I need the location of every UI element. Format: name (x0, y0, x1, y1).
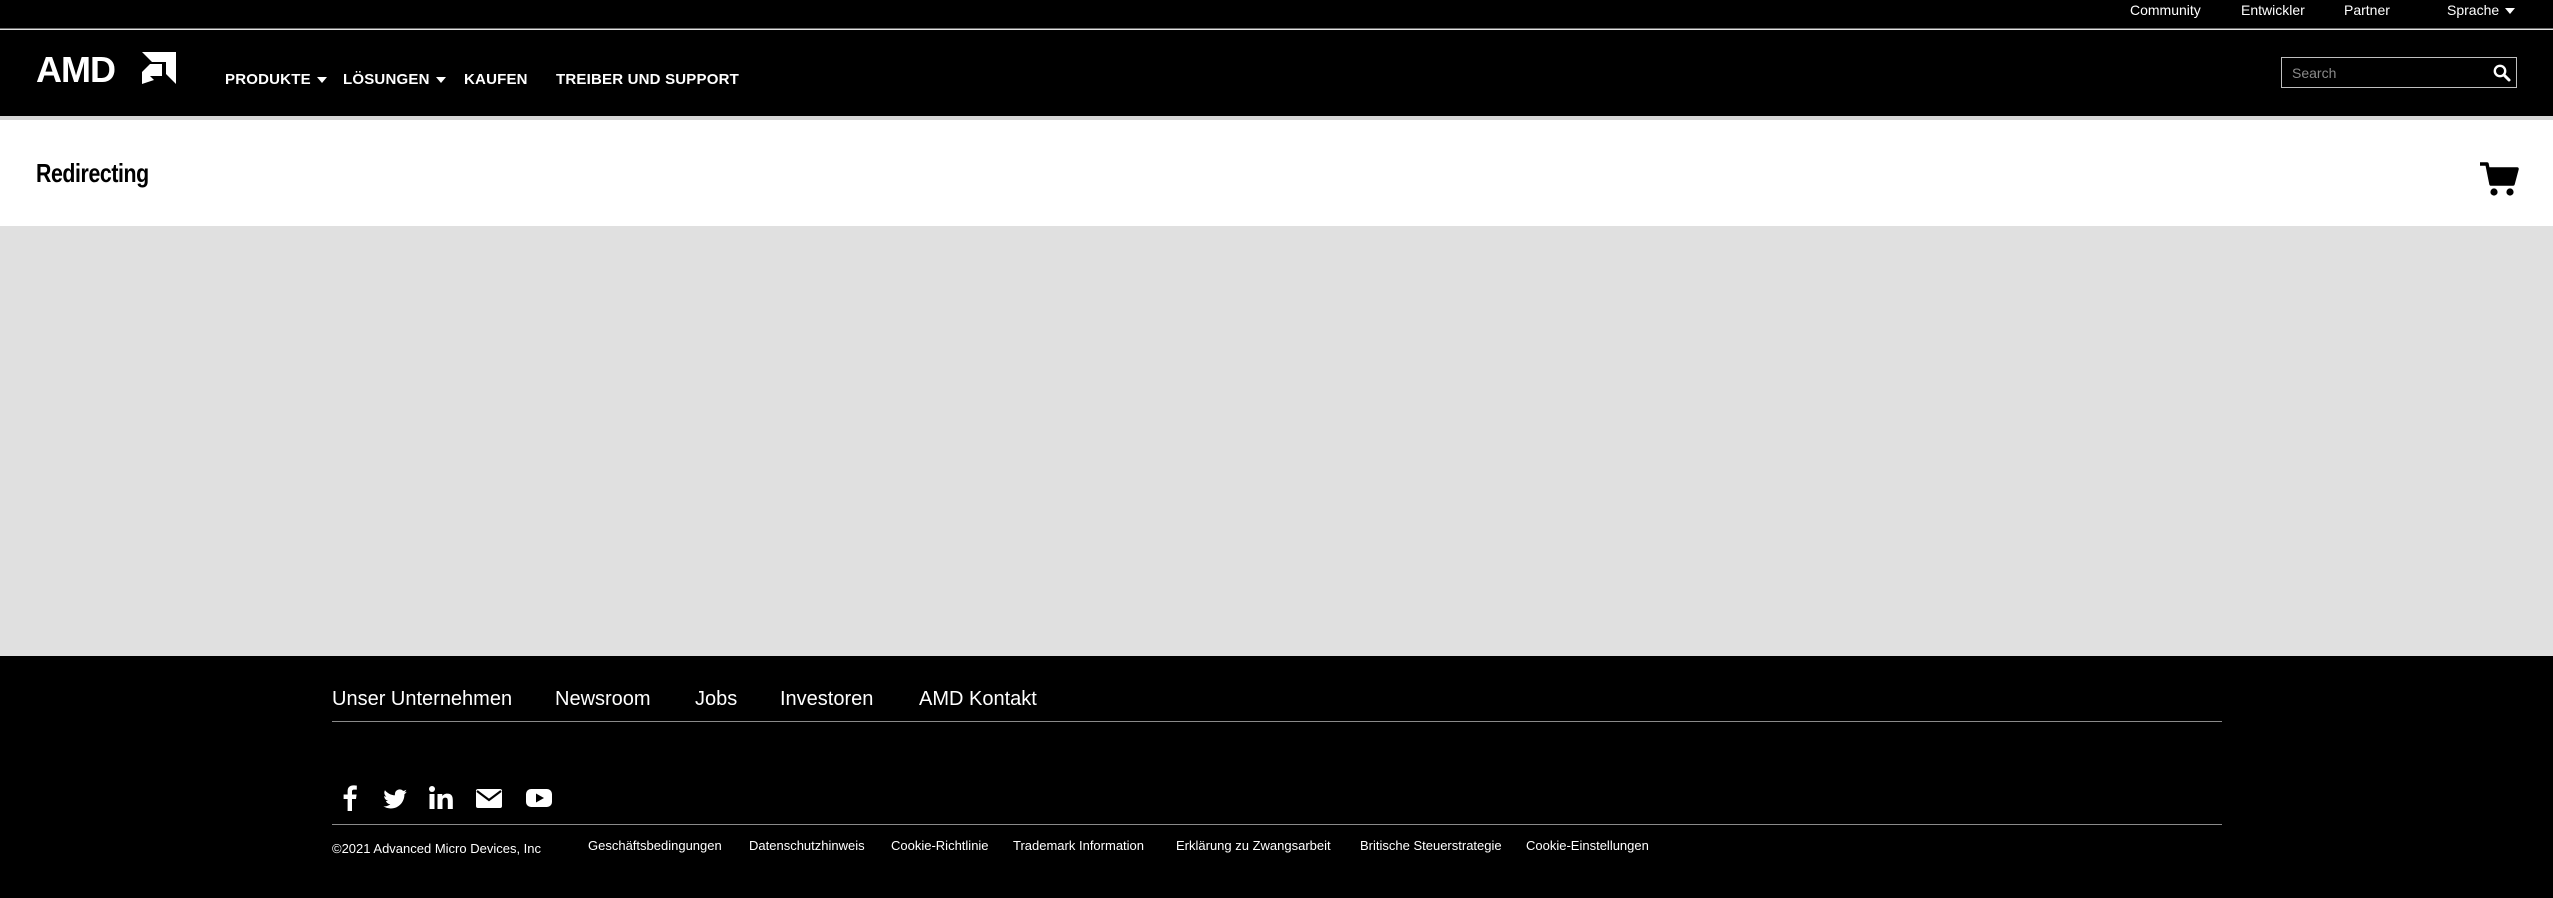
utility-link-developers[interactable]: Entwickler (2241, 0, 2305, 22)
legal-link-cookie-settings[interactable]: Cookie-Einstellungen (1526, 837, 1649, 855)
chevron-down-icon (2505, 8, 2516, 15)
legal-link-terms[interactable]: Geschäftsbedingungen (588, 837, 722, 855)
search-icon[interactable] (2492, 63, 2512, 83)
amd-logo[interactable]: AMD (36, 50, 178, 86)
nav-item-label: TREIBER UND SUPPORT (556, 71, 739, 88)
nav-item-drivers-support[interactable]: TREIBER UND SUPPORT (556, 66, 739, 94)
utility-link-community[interactable]: Community (2130, 0, 2201, 22)
youtube-icon[interactable] (525, 784, 553, 812)
nav-item-buy[interactable]: KAUFEN (464, 66, 528, 94)
footer-link-investors[interactable]: Investoren (780, 686, 873, 712)
content-area (0, 226, 2553, 656)
footer: Unser Unternehmen Newsroom Jobs Investor… (0, 656, 2553, 898)
chevron-down-icon (316, 77, 327, 84)
page-title: Redirecting (36, 158, 149, 188)
nav-item-products[interactable]: PRODUKTE (225, 66, 327, 94)
logo-text: AMD (36, 50, 115, 86)
chevron-down-icon (435, 77, 446, 84)
shopping-cart-icon[interactable] (2479, 160, 2519, 198)
facebook-icon[interactable] (340, 784, 360, 812)
amd-arrow-mark (142, 52, 176, 84)
legal-link-uk-tax[interactable]: Britische Steuerstrategie (1360, 837, 1502, 855)
language-selector-label: Sprache (2447, 2, 2500, 18)
nav-item-label: LÖSUNGEN (343, 71, 430, 88)
email-icon[interactable] (475, 784, 503, 812)
search-box (2281, 57, 2517, 88)
footer-link-contact[interactable]: AMD Kontakt (919, 686, 1037, 712)
legal-link-trademark[interactable]: Trademark Information (1013, 837, 1144, 855)
footer-link-newsroom[interactable]: Newsroom (555, 686, 651, 712)
main-navigation: AMD PRODUKTE LÖSUNGEN KAUFEN TREIBER UND… (0, 30, 2553, 116)
footer-link-company[interactable]: Unser Unternehmen (332, 686, 512, 712)
footer-divider-bottom (332, 824, 2222, 825)
nav-item-label: KAUFEN (464, 71, 528, 88)
footer-divider (332, 721, 2222, 722)
nav-item-solutions[interactable]: LÖSUNGEN (343, 66, 446, 94)
page-header: Redirecting (0, 116, 2553, 226)
nav-item-label: PRODUKTE (225, 71, 311, 88)
utility-link-partner[interactable]: Partner (2344, 0, 2390, 22)
utility-bar: Community Entwickler Partner Sprache (0, 0, 2553, 29)
linkedin-icon[interactable] (428, 784, 454, 812)
legal-link-privacy[interactable]: Datenschutzhinweis (749, 837, 865, 855)
footer-link-jobs[interactable]: Jobs (695, 686, 737, 712)
twitter-icon[interactable] (381, 784, 409, 812)
legal-link-forced-labor[interactable]: Erklärung zu Zwangsarbeit (1176, 837, 1331, 855)
language-selector[interactable]: Sprache (2447, 0, 2516, 22)
copyright-text: ©2021 Advanced Micro Devices, Inc (332, 841, 542, 856)
search-input[interactable] (2290, 61, 2480, 84)
legal-link-cookie-policy[interactable]: Cookie-Richtlinie (891, 837, 989, 855)
